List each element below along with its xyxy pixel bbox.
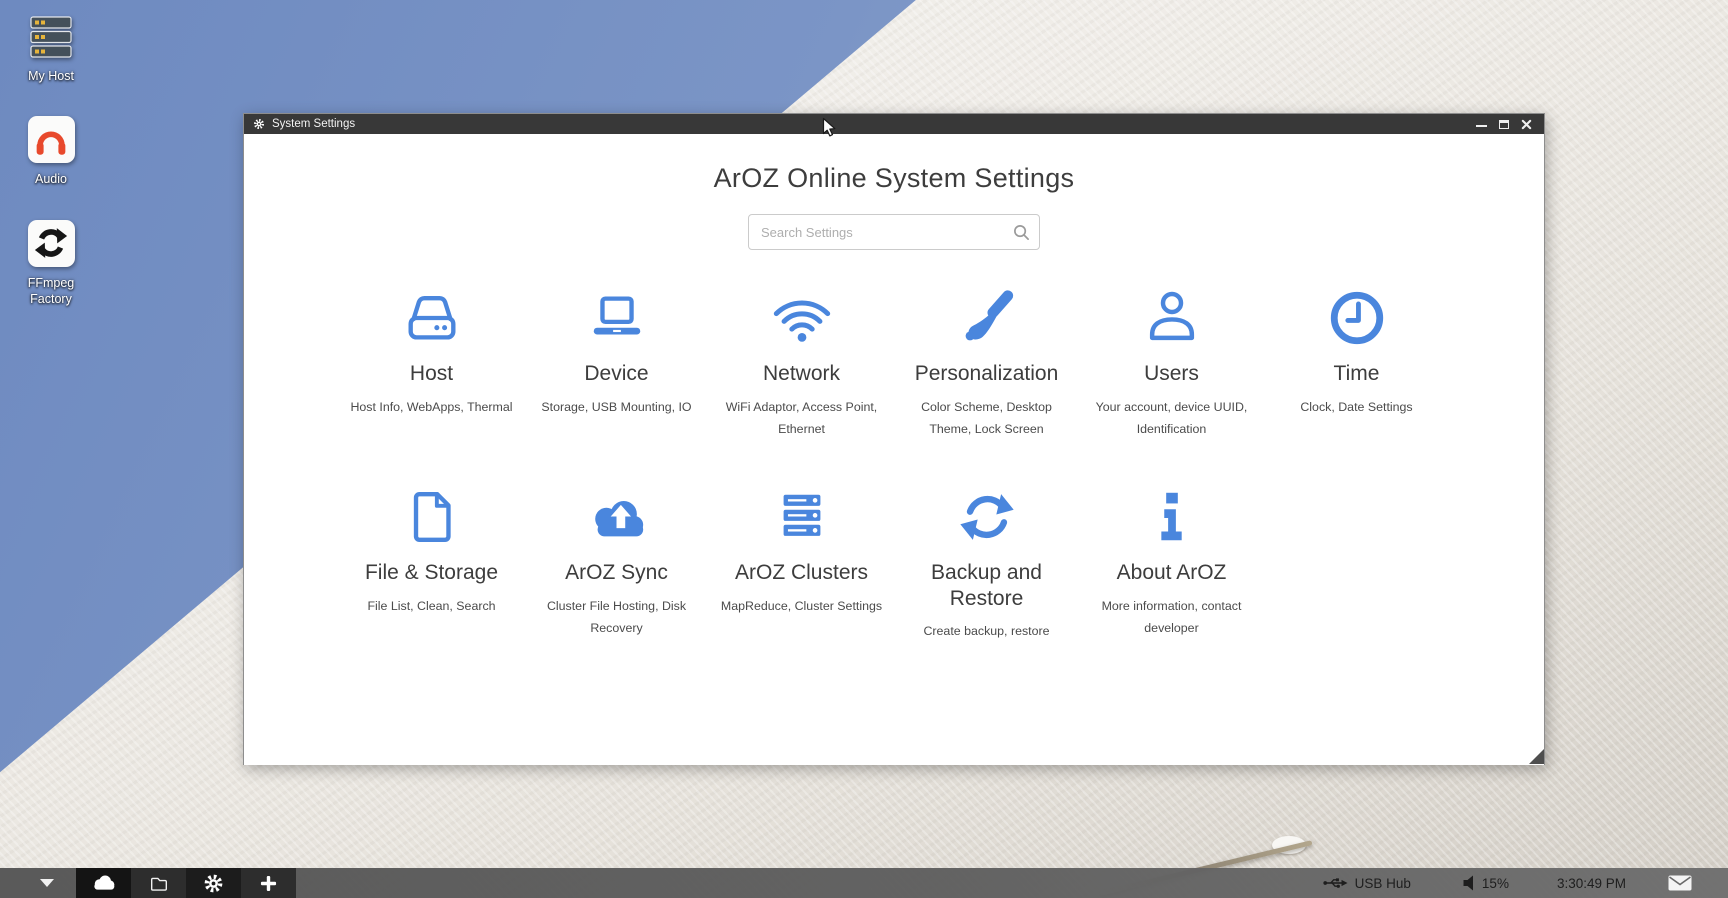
server-icon — [28, 13, 75, 60]
clock-label: 3:30:49 PM — [1557, 876, 1626, 891]
taskbar: USB Hub 15% 3:30:49 PM — [0, 868, 1728, 898]
taskbar-menu-caret-icon[interactable] — [40, 879, 54, 887]
settings-row-2: File & Storage File List, Clean, Search — [339, 482, 1449, 643]
refresh-icon — [900, 482, 1073, 548]
window-controls — [1476, 119, 1535, 130]
tile-host[interactable]: Host Host Info, WebApps, Thermal — [339, 283, 524, 440]
taskbar-settings-button[interactable] — [186, 868, 241, 898]
taskbar-tray: USB Hub 15% 3:30:49 PM — [1323, 875, 1728, 891]
tile-time[interactable]: Time Clock, Date Settings — [1264, 283, 1449, 440]
close-button[interactable] — [1521, 119, 1532, 130]
tile-backup-restore[interactable]: Backup and Restore Create backup, restor… — [894, 482, 1079, 643]
tile-users[interactable]: Users Your account, device UUID, Identif… — [1079, 283, 1264, 440]
usb-label: USB Hub — [1355, 876, 1411, 891]
window-resize-handle[interactable] — [1529, 749, 1544, 764]
search-icon — [1013, 224, 1030, 241]
recycle-arrows-icon — [28, 220, 75, 267]
close-icon — [1521, 119, 1532, 130]
cloud-icon — [90, 873, 117, 893]
clock-tray-item[interactable]: 3:30:49 PM — [1557, 876, 1626, 891]
page-title: ArOZ Online System Settings — [244, 163, 1544, 194]
info-icon — [1085, 482, 1258, 548]
tile-aroz-sync[interactable]: ArOZ Sync Cluster File Hosting, Disk Rec… — [524, 482, 709, 643]
volume-label: 15% — [1482, 876, 1509, 891]
server-stack-icon — [715, 482, 888, 548]
taskbar-app-buttons — [76, 868, 296, 898]
taskbar-files-button[interactable] — [131, 868, 186, 898]
hdd-icon — [345, 283, 518, 349]
usb-tray-item[interactable]: USB Hub — [1323, 875, 1411, 891]
tile-file-storage[interactable]: File & Storage File List, Clean, Search — [339, 482, 524, 643]
desktop-icon-audio[interactable]: Audio — [13, 116, 89, 187]
folder-icon — [148, 874, 170, 893]
gear-icon — [253, 118, 265, 130]
taskbar-cloud-button[interactable] — [76, 868, 131, 898]
clock-icon — [1270, 283, 1443, 349]
window-title: System Settings — [272, 118, 355, 130]
desktop-icon-ffmpeg-factory[interactable]: FFmpeg Factory — [13, 220, 89, 308]
desktop-icon-label: Audio — [35, 171, 67, 187]
laptop-icon — [530, 283, 703, 349]
cloud-upload-icon — [530, 482, 703, 548]
usb-icon — [1323, 875, 1348, 891]
user-icon — [1085, 283, 1258, 349]
maximize-button[interactable] — [1499, 120, 1509, 129]
tile-device[interactable]: Device Storage, USB Mounting, IO — [524, 283, 709, 440]
window-content: ArOZ Online System Settings — [244, 134, 1544, 765]
tile-personalization[interactable]: Personalization Color Scheme, Desktop Th… — [894, 283, 1079, 440]
minimize-button[interactable] — [1476, 121, 1487, 127]
desktop-icon-my-host[interactable]: My Host — [13, 13, 89, 84]
paintbrush-icon — [900, 283, 1073, 349]
headphones-icon — [28, 116, 75, 163]
taskbar-add-button[interactable] — [241, 868, 296, 898]
settings-row-1: Host Host Info, WebApps, Thermal Device … — [339, 283, 1449, 440]
messages-tray-item[interactable] — [1668, 875, 1692, 891]
tile-about-aroz[interactable]: About ArOZ More information, contact dev… — [1079, 482, 1264, 643]
system-settings-window: System Settings ArOZ Online System Setti… — [243, 113, 1545, 765]
search-input[interactable] — [749, 215, 1039, 249]
wifi-icon — [715, 283, 888, 349]
plus-icon — [260, 875, 277, 892]
desktop-icon-column: My Host Audio FFmpeg Factory — [13, 13, 89, 307]
speaker-icon — [1463, 875, 1475, 891]
desktop-icon-label: FFmpeg Factory — [13, 275, 89, 308]
window-titlebar[interactable]: System Settings — [244, 114, 1544, 134]
envelope-icon — [1668, 875, 1692, 891]
desktop-icon-label: My Host — [28, 68, 74, 84]
volume-tray-item[interactable]: 15% — [1463, 875, 1509, 891]
settings-grid: Host Host Info, WebApps, Thermal Device … — [339, 283, 1449, 643]
search-box — [748, 214, 1040, 250]
tile-aroz-clusters[interactable]: ArOZ Clusters MapReduce, Cluster Setting… — [709, 482, 894, 643]
gear-icon — [203, 873, 224, 894]
tile-network[interactable]: Network WiFi Adaptor, Access Point, Ethe… — [709, 283, 894, 440]
file-icon — [345, 482, 518, 548]
